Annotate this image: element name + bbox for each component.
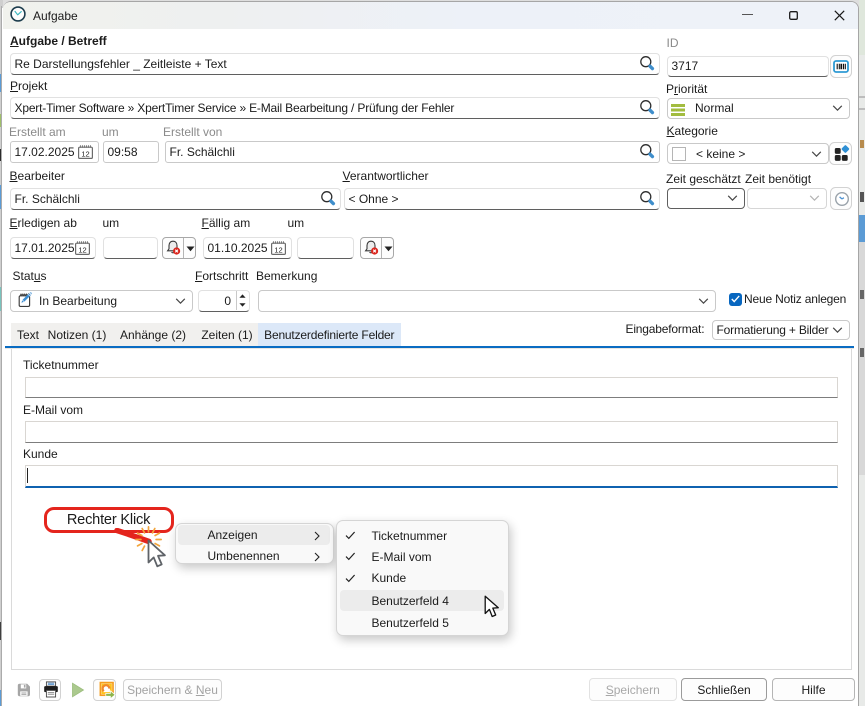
svg-text:12: 12 [274,245,282,254]
svg-text:12: 12 [78,245,86,254]
svg-text:12: 12 [81,149,89,158]
